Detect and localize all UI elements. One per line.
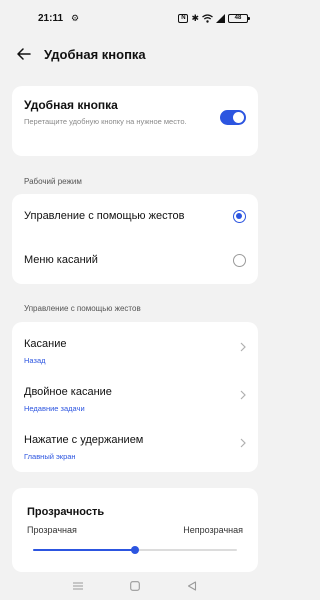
transparency-slider[interactable] bbox=[33, 545, 237, 555]
convenient-button-toggle[interactable] bbox=[220, 110, 246, 125]
status-bar: 21:11 ⚙ N ✱ 48 bbox=[0, 0, 270, 36]
gesture-double-tap[interactable]: Двойное касание Недавние задачи bbox=[12, 372, 258, 420]
status-time: 21:11 bbox=[38, 12, 64, 24]
back-button[interactable] bbox=[14, 44, 34, 64]
gesture-double-tap-title: Двойное касание bbox=[24, 386, 112, 398]
convenient-button-title: Удобная кнопка bbox=[24, 98, 118, 112]
gesture-tap[interactable]: Касание Назад bbox=[12, 324, 258, 372]
transparency-min-label: Прозрачная bbox=[27, 525, 77, 535]
slider-fill bbox=[33, 549, 135, 551]
chevron-right-icon bbox=[240, 390, 246, 400]
battery-level: 48 bbox=[234, 14, 242, 21]
gesture-long-press-value: Главный экран bbox=[24, 452, 76, 461]
chevron-right-icon bbox=[240, 438, 246, 448]
radio-unselected-icon[interactable] bbox=[233, 254, 246, 267]
bluetooth-icon: ✱ bbox=[191, 12, 199, 23]
section-label-mode: Рабочий режим bbox=[24, 177, 82, 186]
transparency-card: Прозрачность Прозрачная Непрозрачная bbox=[12, 488, 258, 572]
system-nav-bar bbox=[0, 572, 270, 600]
battery-icon: 48 bbox=[228, 13, 250, 23]
recents-button[interactable] bbox=[69, 577, 87, 595]
mode-card: Управление с помощью жестов Меню касаний bbox=[12, 194, 258, 284]
option-touch-menu[interactable]: Меню касаний bbox=[12, 238, 258, 282]
convenient-button-card: Удобная кнопка Перетащите удобную кнопку… bbox=[12, 86, 258, 156]
gesture-tap-title: Касание bbox=[24, 338, 67, 350]
chevron-right-icon bbox=[240, 342, 246, 352]
page-title: Удобная кнопка bbox=[44, 46, 146, 62]
home-button[interactable] bbox=[126, 577, 144, 595]
gear-icon: ⚙ bbox=[71, 12, 80, 23]
app-bar: Удобная кнопка bbox=[0, 36, 270, 72]
wifi-icon bbox=[202, 13, 213, 23]
signal-icon bbox=[216, 13, 225, 23]
menu-icon bbox=[73, 582, 84, 590]
nfc-icon: N bbox=[178, 13, 189, 23]
section-label-gestures: Управление с помощью жестов bbox=[24, 304, 141, 313]
gesture-double-tap-value: Недавние задачи bbox=[24, 404, 85, 413]
toggle-knob bbox=[233, 112, 244, 123]
slider-thumb[interactable] bbox=[131, 546, 139, 554]
radio-selected-icon[interactable] bbox=[233, 210, 246, 223]
gesture-long-press-title: Нажатие с удержанием bbox=[24, 434, 144, 446]
gestures-card: Касание Назад Двойное касание Недавние з… bbox=[12, 322, 258, 472]
option-gestures[interactable]: Управление с помощью жестов bbox=[12, 194, 258, 238]
convenient-button-description: Перетащите удобную кнопку на нужное мест… bbox=[24, 117, 187, 126]
status-icons: N ✱ 48 bbox=[178, 12, 250, 24]
transparency-max-label: Непрозрачная bbox=[183, 525, 243, 535]
arrow-left-icon bbox=[17, 48, 31, 60]
option-touch-menu-label: Меню касаний bbox=[24, 254, 98, 266]
gesture-tap-value: Назад bbox=[24, 356, 46, 365]
home-icon bbox=[130, 581, 140, 591]
back-nav-button[interactable] bbox=[183, 577, 201, 595]
option-gestures-label: Управление с помощью жестов bbox=[24, 210, 185, 222]
gesture-long-press[interactable]: Нажатие с удержанием Главный экран bbox=[12, 420, 258, 468]
transparency-title: Прозрачность bbox=[27, 506, 105, 518]
back-icon bbox=[187, 581, 196, 591]
